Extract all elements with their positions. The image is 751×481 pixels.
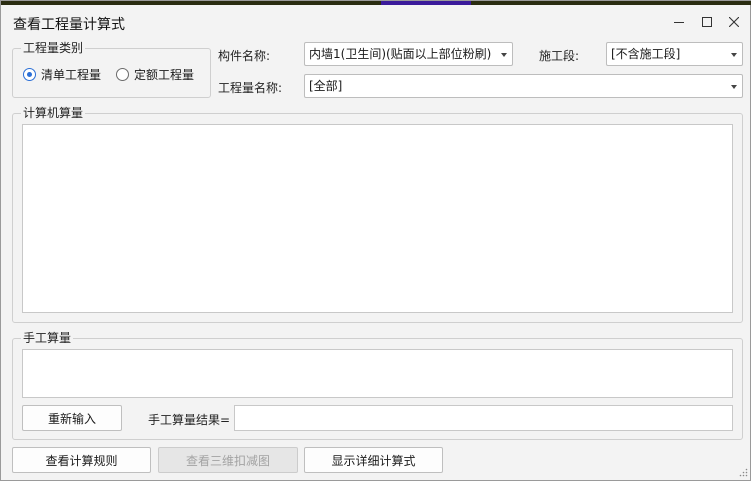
manual-calc-text[interactable] — [22, 349, 733, 398]
resize-grip-icon[interactable] — [738, 468, 748, 478]
window-title: 查看工程量计算式 — [13, 17, 125, 33]
radio-bill-quantity[interactable]: 清单工程量 — [23, 66, 101, 83]
component-name-value: 内墙1(卫生间)(贴面以上部位粉刷) — [309, 47, 492, 61]
radio-unselected-icon[interactable] — [116, 68, 129, 81]
component-name-label: 构件名称: — [218, 49, 271, 63]
quantity-type-legend: 工程量类别 — [21, 41, 86, 55]
construction-stage-value: [不含施工段] — [611, 47, 681, 61]
chevron-down-icon[interactable] — [731, 53, 737, 57]
dialog-window: 查看工程量计算式 工程量类别 清单工程量 定额工程量 构件名称: 内墙1(卫生间… — [0, 0, 751, 481]
component-name-select[interactable]: 内墙1(卫生间)(贴面以上部位粉刷) — [304, 42, 513, 66]
manual-result-field[interactable] — [234, 405, 733, 431]
radio-quota-quantity[interactable]: 定额工程量 — [116, 66, 194, 83]
radio-quota-quantity-label: 定额工程量 — [134, 68, 195, 82]
maximize-icon[interactable] — [696, 11, 718, 33]
show-detail-button[interactable]: 显示详细计算式 — [304, 447, 443, 473]
manual-calc-legend: 手工算量 — [21, 331, 74, 345]
reenter-button[interactable]: 重新输入 — [22, 405, 122, 431]
quantity-name-value: [全部] — [309, 79, 343, 93]
radio-bill-quantity-label: 清单工程量 — [41, 68, 102, 82]
quantity-name-label: 工程量名称: — [218, 81, 283, 95]
title-bar[interactable]: 查看工程量计算式 — [1, 5, 750, 37]
construction-stage-label: 施工段: — [539, 49, 580, 63]
computer-calc-text[interactable] — [22, 124, 733, 313]
chevron-down-icon[interactable] — [501, 53, 507, 57]
view-3d-deduction-button: 查看三维扣减图 — [158, 447, 298, 473]
computer-calc-legend: 计算机算量 — [21, 106, 86, 120]
chevron-down-icon[interactable] — [731, 85, 737, 89]
view-rules-button[interactable]: 查看计算规则 — [12, 447, 151, 473]
minimize-icon[interactable] — [668, 11, 690, 33]
close-icon[interactable] — [723, 11, 745, 33]
manual-result-label: 手工算量结果= — [148, 413, 231, 427]
construction-stage-select[interactable]: [不含施工段] — [606, 42, 743, 66]
quantity-name-select[interactable]: [全部] — [304, 74, 743, 98]
radio-selected-icon[interactable] — [23, 68, 36, 81]
